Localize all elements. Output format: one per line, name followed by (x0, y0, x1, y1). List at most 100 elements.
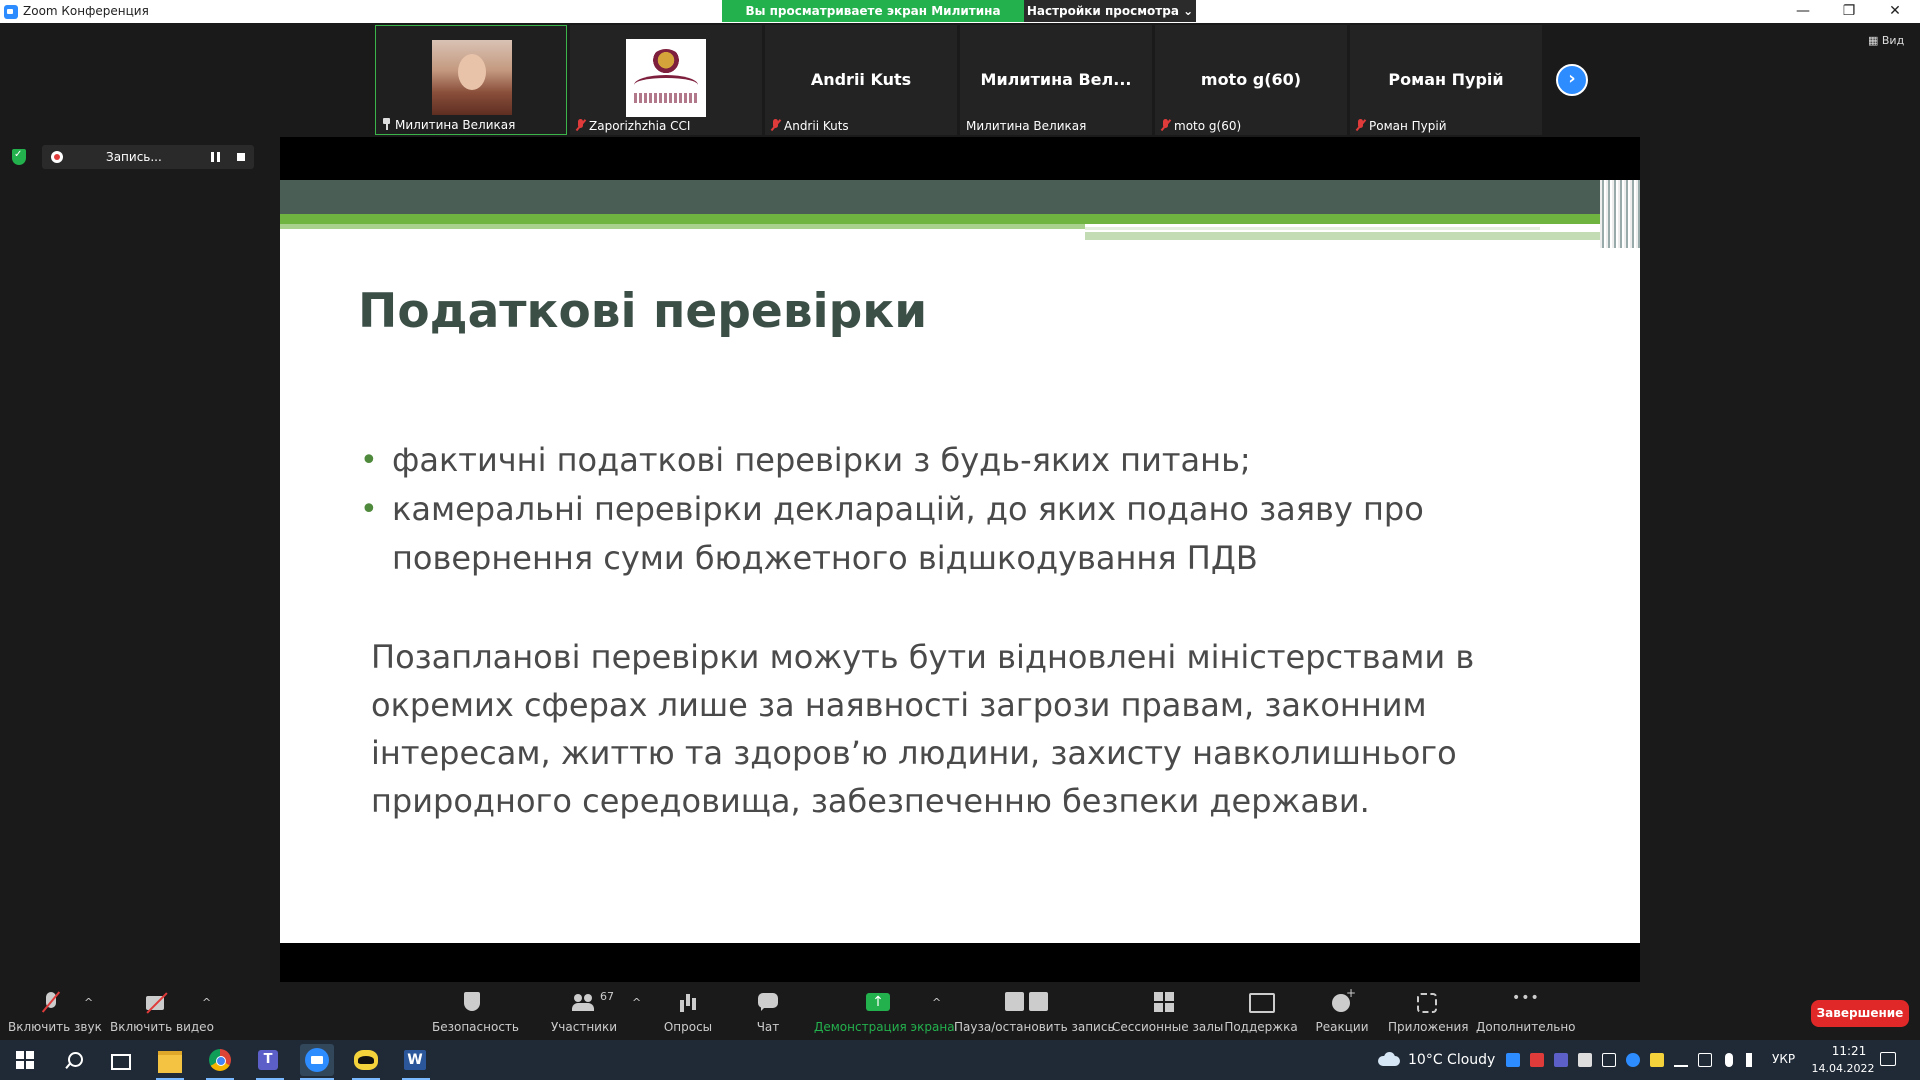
slide-accent-line-right (1085, 232, 1605, 240)
start-video-label: Включить видео (110, 1020, 214, 1034)
tray-teams-icon[interactable] (1554, 1053, 1568, 1067)
polls-label: Опросы (663, 1020, 713, 1034)
pause-recording-button[interactable] (211, 152, 220, 162)
slide-bullet: фактичні податкові перевірки з будь-яких… (360, 436, 1560, 485)
search-icon[interactable] (62, 1048, 86, 1072)
participant-tile[interactable]: Zaporizhzhia CCI (570, 25, 762, 135)
participant-label: Andrii Kuts (771, 119, 849, 133)
view-options-dropdown[interactable]: Настройки просмотра ⌄ (1024, 0, 1196, 22)
chat-icon (758, 992, 778, 1014)
tray-recorder-icon[interactable] (1530, 1053, 1544, 1067)
presentation-slide: Податкові перевірки фактичні податкові п… (280, 180, 1640, 943)
tray-wifi-icon[interactable] (1674, 1053, 1688, 1067)
tray-network-icon[interactable] (1698, 1053, 1712, 1067)
chat-button[interactable]: Чат (748, 992, 788, 1034)
more-label: Дополнительно (1476, 1020, 1576, 1034)
batman-app-icon[interactable] (354, 1048, 378, 1072)
participant-label: Милитина Великая (966, 119, 1087, 133)
share-options-caret[interactable]: ^ (932, 996, 941, 1009)
window-title: Zoom Конференция (23, 4, 149, 18)
slide-accent-bar (280, 214, 1640, 224)
poll-icon (679, 992, 697, 1014)
breakout-rooms-icon (1154, 992, 1174, 1014)
task-view-icon[interactable] (108, 1048, 132, 1072)
notifications-icon[interactable] (1880, 1052, 1896, 1066)
video-off-icon (146, 992, 172, 1014)
participant-tile[interactable]: moto g(60) moto g(60) (1155, 25, 1347, 135)
restore-button[interactable]: ❐ (1826, 0, 1872, 23)
participants-options-caret[interactable]: ^ (632, 996, 641, 1009)
cloud-icon[interactable] (1378, 1052, 1400, 1066)
muted-mic-icon (1356, 119, 1365, 131)
pause-stop-recording-button[interactable]: Пауза/остановить запись (954, 992, 1115, 1034)
tray-zoom-icon[interactable] (1506, 1053, 1520, 1067)
weather-widget[interactable]: 10°C Cloudy (1408, 1052, 1495, 1068)
zoom-taskbar-icon[interactable] (300, 1044, 334, 1076)
apps-label: Приложения (1388, 1020, 1469, 1034)
slide-paragraph: Позапланові перевірки можуть бути віднов… (371, 638, 1475, 820)
tray-volume-icon[interactable] (1746, 1053, 1756, 1067)
unmute-button[interactable]: Включить звук (8, 992, 102, 1034)
viewing-screen-banner: Вы просматриваете экран Милитина Великая (722, 0, 1024, 40)
view-layout-button[interactable]: ▦ Вид (1868, 34, 1904, 47)
next-page-button[interactable]: › (1556, 64, 1588, 96)
meeting-toolbar: Включить звук ^ Включить видео ^ Безопас… (0, 982, 1920, 1040)
participant-tile[interactable]: Милитина Великая (375, 25, 567, 135)
participants-label: Участники (550, 1020, 618, 1034)
security-label: Безопасность (432, 1020, 519, 1034)
chamber-logo (626, 39, 706, 117)
audio-options-caret[interactable]: ^ (84, 996, 93, 1009)
security-button[interactable]: Безопасность (432, 992, 519, 1034)
participant-tile[interactable]: Милитина Вел... Милитина Великая (960, 25, 1152, 135)
participant-name: Роман Пурій (1388, 70, 1504, 89)
pause-stop-recording-label: Пауза/остановить запись (954, 1020, 1115, 1034)
chrome-icon[interactable] (208, 1048, 232, 1072)
clock-time[interactable]: 11:21 (1822, 1044, 1876, 1058)
video-options-caret[interactable]: ^ (202, 996, 211, 1009)
polls-button[interactable]: Опросы (658, 992, 718, 1034)
pin-icon (382, 118, 391, 130)
reactions-button[interactable]: Реакции (1312, 986, 1372, 1034)
share-screen-label: Демонстрация экрана (814, 1020, 955, 1034)
slide-accent-line (280, 224, 1085, 229)
minimize-button[interactable]: — (1780, 0, 1826, 23)
apps-button[interactable]: Приложения (1388, 992, 1469, 1034)
tray-keyboard-icon[interactable] (1578, 1053, 1592, 1067)
breakout-rooms-button[interactable]: Сессионные залы (1112, 992, 1224, 1034)
breakout-rooms-label: Сессионные залы (1112, 1020, 1224, 1034)
reactions-icon (1332, 986, 1356, 1014)
encryption-shield-icon[interactable] (12, 149, 26, 165)
tray-security-icon[interactable] (1650, 1053, 1664, 1067)
participant-tile[interactable]: Роман Пурій Роман Пурій (1350, 25, 1542, 135)
participant-tile[interactable]: Andrii Kuts Andrii Kuts (765, 25, 957, 135)
teams-icon[interactable] (258, 1048, 282, 1072)
word-icon[interactable] (404, 1048, 428, 1072)
tray-microphone-icon[interactable] (1725, 1053, 1733, 1067)
windows-start-icon[interactable] (14, 1048, 38, 1072)
stop-recording-button[interactable] (237, 153, 245, 161)
more-button[interactable]: Дополнительно (1476, 990, 1576, 1034)
recording-label: Запись... (106, 150, 162, 164)
start-video-button[interactable]: Включить видео (110, 992, 214, 1034)
muted-mic-icon (1161, 119, 1170, 131)
clock-date[interactable]: 14.04.2022 (1808, 1062, 1878, 1075)
language-indicator[interactable]: УКР (1772, 1052, 1795, 1066)
tray-zoom-status-icon[interactable] (1626, 1053, 1640, 1067)
file-explorer-icon[interactable] (158, 1048, 182, 1073)
zoom-app-icon (4, 5, 18, 19)
recording-indicator: Запись... (42, 145, 254, 169)
participant-label: Милитина Великая (382, 118, 515, 132)
slide-bullet-list: фактичні податкові перевірки з будь-яких… (360, 436, 1560, 583)
slide-header-band (280, 180, 1640, 214)
participant-label: moto g(60) (1161, 119, 1241, 133)
close-button[interactable]: ✕ (1872, 0, 1918, 23)
tray-device-icon[interactable] (1602, 1053, 1616, 1067)
support-button[interactable]: Поддержка (1224, 992, 1298, 1034)
participant-name: Милитина Вел... (980, 70, 1132, 89)
share-screen-button[interactable]: Демонстрация экрана (814, 992, 955, 1034)
slide-title: Податкові перевірки (358, 284, 928, 339)
participants-button[interactable]: 67 Участники (548, 990, 620, 1034)
participant-name: moto g(60) (1200, 70, 1302, 89)
muted-mic-icon (576, 119, 585, 131)
end-meeting-button[interactable]: Завершение (1811, 1000, 1909, 1027)
